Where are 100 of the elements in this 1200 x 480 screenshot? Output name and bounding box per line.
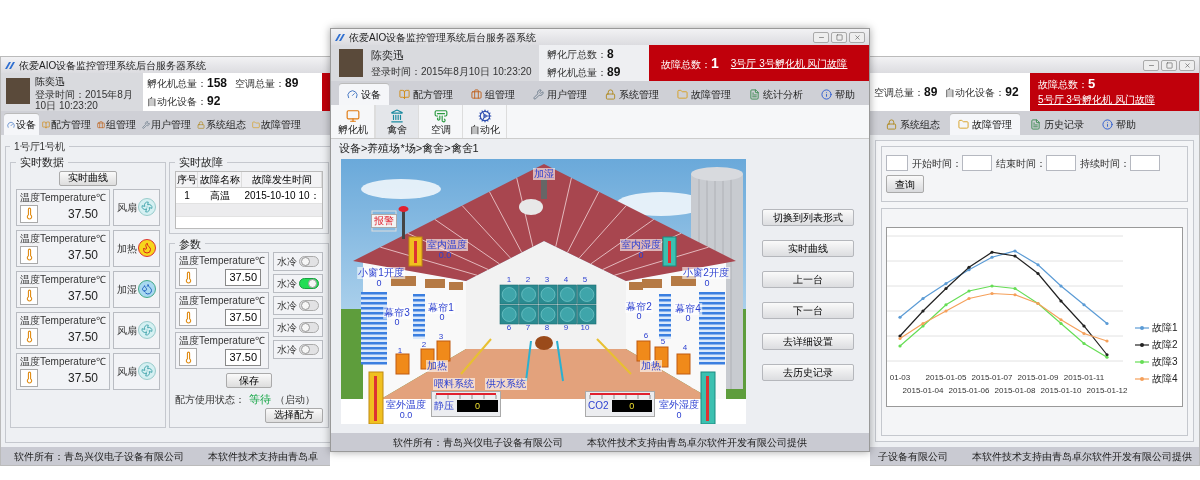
device-number: 7 [525,324,531,332]
thermometer-icon [20,327,38,346]
choose-recipe-button[interactable]: 选择配方 [265,407,323,423]
legend-label: 故障2 [1152,338,1178,352]
temperature-value: 37.50 [67,328,98,346]
logo-icon [5,60,15,70]
login-time: 登录时间：2015年8月10日 10:23:20 [371,64,533,79]
nav-tab[interactable]: 历史记录 [1022,114,1092,135]
action-button[interactable]: 去历史记录 [761,364,854,381]
reading-value: 0 [376,278,382,288]
toggle-switch[interactable] [299,322,319,333]
footer-text: 本软件技术支持由青岛卓尔软件开发有限公司提供 [971,449,1192,464]
nav-tab[interactable]: 用户管理 [139,114,194,135]
document-icon [1030,119,1041,130]
device-number: 3 [544,276,550,284]
folder-icon [958,119,969,130]
scene-label: 幕帘2 [625,301,653,313]
close-button[interactable] [849,31,865,43]
device-number: 1 [506,276,512,284]
input-field[interactable] [962,155,992,171]
user-name: 陈奕迅 [371,48,405,64]
nav-tab[interactable]: 配方管理 [39,114,94,135]
nav-tab[interactable]: 用户管理 [525,84,595,105]
thermometer-icon [179,308,197,326]
toggle-switch[interactable] [299,344,319,355]
ribbon-button[interactable]: 自动化 [463,105,507,138]
ribbon-button[interactable]: 禽舍 [375,105,419,138]
thermometer-icon [179,268,197,286]
window-title: 依爱AIO设备监控管理系统后台服务器系统 [19,58,207,73]
toggle-switch[interactable] [299,256,319,267]
device-number: 4 [682,344,688,352]
legend-label: 故障1 [1152,321,1178,335]
nav-tab[interactable]: 故障管理 [249,114,304,135]
legend-label: 故障4 [1152,372,1178,386]
temperature-value: 37.50 [67,287,98,305]
action-button[interactable]: 切换到列表形式 [761,209,854,226]
footer-text: 本软件技术支持由青岛卓尔软件开发有限公司提供 [587,435,807,450]
nav-tab[interactable]: 故障管理 [950,114,1020,135]
fault-link[interactable]: 5号厅 3号孵化机 风门故障 [1038,92,1155,107]
temperature-field[interactable]: 37.50 [225,348,261,366]
action-button[interactable]: 上一台 [761,271,854,288]
close-button[interactable] [1179,59,1195,71]
toggle-switch[interactable] [299,300,319,311]
book-icon [399,89,410,100]
query-button[interactable]: 查询 [886,175,924,193]
table-cell-text: 2015-10-10 10： [243,188,321,203]
nav-tab[interactable]: 帮助 [1094,114,1144,135]
footer-text: 子设备有限公司 [877,449,948,464]
nav-tab[interactable]: 配方管理 [391,84,461,105]
nav-tab[interactable]: 帮助 [813,84,863,105]
nav-tab[interactable]: 组管理 [463,84,523,105]
table-cell-text: 1 [183,188,191,203]
save-button[interactable]: 保存 [226,373,272,388]
nav-tab[interactable]: 系统管理 [597,84,667,105]
ribbon-button[interactable]: 空调 [419,105,463,138]
nav-tab[interactable]: 系统组态 [878,114,948,135]
device-number: 1 [397,347,403,355]
switch-label: 水冷 [277,255,297,269]
sensor-label: 温度Temperature [20,355,97,368]
toggle-switch[interactable] [299,278,319,289]
device-number: 5 [582,276,588,284]
action-button[interactable]: 实时曲线 [761,240,854,257]
input-field[interactable] [886,155,908,171]
maximize-button[interactable] [1161,59,1177,71]
field-label: 持续时间： [1080,156,1130,171]
info-icon [821,89,832,100]
input-field[interactable] [1130,155,1160,171]
gauge-label: 静压 [434,401,454,411]
realtime-curve-button[interactable]: 实时曲线 [59,170,117,186]
minimize-button[interactable] [1143,59,1159,71]
temperature-field[interactable]: 37.50 [225,308,261,326]
unit-label: ℃ [96,191,107,204]
axis-label: 2015-01-12 [1086,386,1128,395]
input-field[interactable] [1046,155,1076,171]
thermometer-icon [20,245,38,264]
vent-icon [433,108,448,123]
nav-tab[interactable]: 设备 [4,114,39,135]
stat-value: 89 [924,84,938,101]
temperature-value: 37.50 [67,205,98,223]
nav-tab[interactable]: 系统组态 [194,114,249,135]
action-button[interactable]: 去详细设置 [761,333,854,350]
temperature-field[interactable]: 37.50 [225,268,261,286]
maximize-button[interactable] [831,31,847,43]
nav-tab[interactable]: 设备 [339,84,389,105]
breadcrumb: 设备>养殖场*场>禽舍>禽舍1 [338,140,480,156]
scene-label: 室内温度 [426,239,468,251]
status-value: 等待 [249,392,271,407]
table-cell-text: 高温 [209,188,231,203]
nav-tab[interactable]: 统计分析 [741,84,811,105]
flame-icon [138,239,156,257]
action-button[interactable]: 下一台 [761,302,854,319]
fault-link[interactable]: 3号厅 3号孵化机 风门故障 [730,55,848,71]
column-header: 故障名称 [198,171,242,187]
section-title: 实时数据 [19,155,65,170]
document-icon [749,89,760,100]
minimize-button[interactable] [813,31,829,43]
stat-value: 92 [1005,84,1019,101]
lock-icon [886,119,897,130]
nav-tab[interactable]: 组管理 [94,114,139,135]
nav-tab[interactable]: 故障管理 [669,84,739,105]
